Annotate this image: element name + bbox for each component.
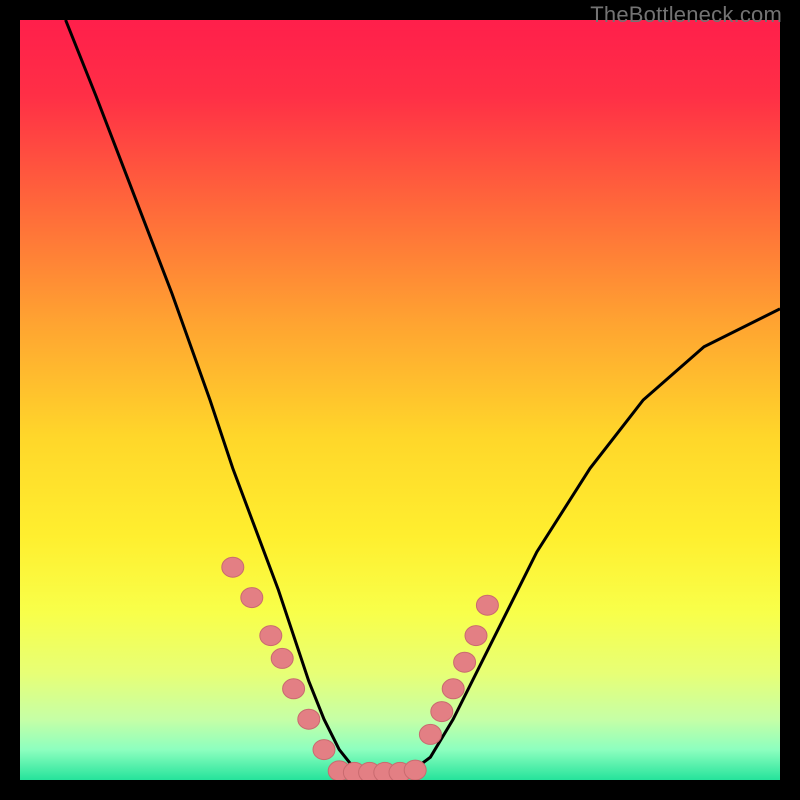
data-marker [241,588,263,608]
bottleneck-plot [20,20,780,780]
data-marker [313,740,335,760]
data-marker [476,595,498,615]
watermark-text: TheBottleneck.com [590,2,782,28]
data-marker [271,648,293,668]
data-marker [222,557,244,577]
data-marker [465,626,487,646]
data-marker [404,760,426,780]
data-marker [431,702,453,722]
data-marker [454,652,476,672]
data-marker [260,626,282,646]
data-marker [442,679,464,699]
gradient-background [20,20,780,780]
data-marker [283,679,305,699]
data-marker [298,709,320,729]
chart-frame [20,20,780,780]
data-marker [419,724,441,744]
